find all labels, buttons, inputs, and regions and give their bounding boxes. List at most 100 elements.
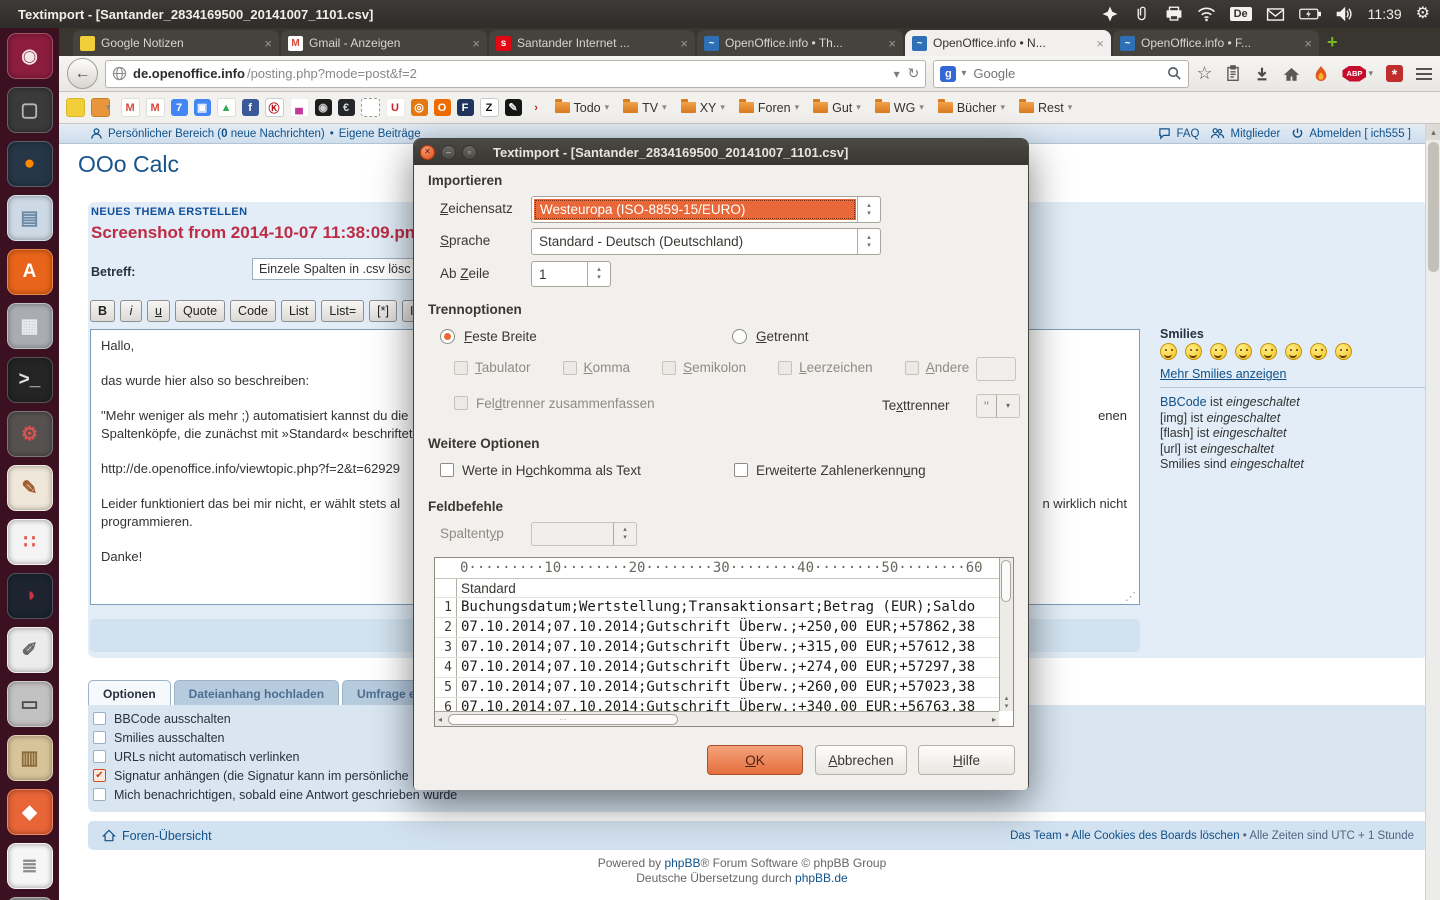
separated-radio[interactable] (732, 329, 747, 344)
dialog-minimize-icon[interactable]: – (441, 145, 456, 160)
delete-cookies-link[interactable]: Alle Cookies des Boards löschen (1071, 830, 1239, 842)
bookmark-folder[interactable]: Foren ▾ (739, 101, 799, 115)
preview-row[interactable]: 5 07.10.2014;07.10.2014;Gutschrift Überw… (435, 677, 999, 697)
own-posts-link[interactable]: Eigene Beiträge (339, 128, 421, 140)
launcher-app-icon[interactable]: ◑ (7, 573, 53, 619)
adblock-plus-icon[interactable]: ABP (1342, 66, 1366, 82)
from-row-spinner-icon[interactable]: ▴▾ (587, 262, 610, 286)
format-button[interactable]: List (281, 300, 316, 322)
other-separator-input[interactable] (976, 357, 1016, 381)
bookmark-icon[interactable]: ▣ (194, 99, 211, 116)
dialog-close-icon[interactable]: ✕ (420, 145, 435, 160)
launcher-app-icon[interactable]: ▤ (7, 195, 53, 241)
tab-close-icon[interactable]: × (680, 36, 688, 51)
scroll-left-icon[interactable]: ◂ (438, 715, 442, 724)
option-checkbox[interactable] (93, 731, 106, 744)
textarea-resize-handle[interactable]: ⋰ (1125, 590, 1136, 603)
charset-spinner-icon[interactable]: ▴▾ (857, 197, 880, 222)
options-tab[interactable]: Dateianhang hochladen (174, 680, 339, 706)
dialog-titlebar[interactable]: ✕ – ▫ Textimport - [Santander_2834169500… (414, 139, 1028, 165)
format-button[interactable]: [*] (369, 300, 397, 322)
language-spinner-icon[interactable]: ▴▾ (857, 229, 880, 254)
mail-icon[interactable] (1266, 7, 1285, 22)
downloads-icon[interactable] (1254, 66, 1270, 82)
scroll-up-icon[interactable]: ▴ (1005, 695, 1009, 702)
bookmark-icon[interactable]: M (146, 98, 165, 117)
home-icon[interactable] (1283, 66, 1300, 82)
text-delimiter-caret-icon[interactable]: ▾ (996, 395, 1019, 417)
bookmark-icon[interactable]: ▄ (290, 98, 309, 117)
logout-link[interactable]: Abmelden [ ich555 ] (1309, 128, 1411, 140)
launcher-app-icon[interactable]: ⚙ (7, 411, 53, 457)
bookmark-icon[interactable]: € (338, 99, 355, 116)
launcher-app-icon[interactable]: ◉ (7, 33, 53, 79)
smiley-icon[interactable] (1235, 343, 1252, 360)
option-checkbox[interactable] (93, 788, 106, 801)
smiley-icon[interactable] (1185, 343, 1202, 360)
paperclip-icon[interactable] (1133, 5, 1151, 23)
search-magnifier-icon[interactable] (1167, 66, 1182, 81)
bookmark-folder[interactable]: WG ▾ (875, 101, 924, 115)
browser-tab[interactable]: ~ OpenOffice.info • N... × (905, 30, 1111, 56)
bookmark-icon[interactable]: ✎ (505, 99, 522, 116)
breadcrumb-link[interactable]: Foren-Übersicht (122, 829, 212, 843)
url-bar[interactable]: de.openoffice.info/posting.php?mode=post… (105, 60, 926, 88)
bookmark-icon[interactable]: O (434, 99, 451, 116)
bookmark-icon[interactable]: Z (480, 98, 499, 117)
format-button[interactable]: i (120, 300, 142, 322)
bookmark-icon[interactable]: U (386, 98, 405, 117)
more-smilies-link[interactable]: Mehr Smilies anzeigen (1160, 367, 1286, 381)
bookmark-icon[interactable]: ◎ (411, 99, 428, 116)
text-delimiter-combobox[interactable]: " ▾ (976, 394, 1020, 418)
browser-tab[interactable]: ~ OpenOffice.info • F... × (1113, 30, 1319, 56)
bookmark-icon[interactable]: ◉ (315, 99, 332, 116)
language-combobox[interactable]: Standard - Deutsch (Deutschland) ▴▾ (531, 228, 881, 255)
preview-vertical-scrollbar[interactable]: ▴▾ (999, 558, 1013, 711)
launcher-app-icon[interactable]: ▦ (7, 303, 53, 349)
faq-link[interactable]: FAQ (1176, 128, 1199, 140)
format-button[interactable]: Code (230, 300, 276, 322)
launcher-app-icon[interactable]: ▭ (7, 681, 53, 727)
preview-horizontal-scrollbar[interactable]: ◂ ··· ▸ (435, 711, 999, 726)
bookmark-folder[interactable]: Bücher ▾ (938, 101, 1005, 115)
tab-close-icon[interactable]: × (472, 36, 480, 51)
column-type-header[interactable]: Standard (457, 579, 516, 598)
scroll-right-icon[interactable]: ▸ (992, 715, 996, 724)
printer-icon[interactable] (1165, 5, 1183, 23)
bookmark-folder[interactable]: Todo ▾ (555, 101, 610, 115)
bookmark-icon[interactable]: › (528, 99, 545, 116)
back-button[interactable]: ← (67, 58, 98, 89)
browser-tab[interactable]: Google Notizen × (73, 30, 279, 56)
bookmark-icon[interactable]: F (457, 99, 474, 116)
site-identity-globe-icon[interactable] (112, 66, 127, 81)
launcher-app-icon[interactable]: ▢ (7, 87, 53, 133)
launcher-app-icon[interactable]: ◆ (7, 789, 53, 835)
search-input[interactable] (971, 65, 1162, 82)
bookmark-icon[interactable]: 7 (171, 99, 188, 116)
preview-row[interactable]: 3 07.10.2014;07.10.2014;Gutschrift Überw… (435, 637, 999, 657)
launcher-app-icon[interactable]: ≣ (7, 843, 53, 889)
from-row-input[interactable]: 1 ▴▾ (531, 261, 611, 287)
separator-checkbox[interactable] (905, 361, 919, 375)
dialog-maximize-icon[interactable]: ▫ (462, 145, 477, 160)
bookmark-star-icon[interactable]: ☆ (1196, 63, 1212, 84)
format-button[interactable]: Quote (175, 300, 225, 322)
bookmark-icon[interactable]: M (121, 98, 140, 117)
ok-button[interactable]: OK (707, 745, 803, 775)
detect-numbers-checkbox[interactable] (734, 463, 748, 477)
preview-row[interactable]: 4 07.10.2014;07.10.2014;Gutschrift Überw… (435, 657, 999, 677)
preview-row[interactable]: 6 07.10.2014;07.10.2014;Gutschrift Überw… (435, 697, 999, 711)
bookmark-icon[interactable]: ▲ (217, 98, 236, 117)
wifi-icon[interactable] (1197, 6, 1216, 22)
phpbb-link[interactable]: phpBB (664, 856, 700, 870)
smiley-icon[interactable] (1260, 343, 1277, 360)
cancel-button[interactable]: Abbrechen (815, 745, 907, 775)
smiley-icon[interactable] (1160, 343, 1177, 360)
launcher-app-icon[interactable]: ● (7, 141, 53, 187)
search-bar[interactable]: g ▾ (933, 60, 1189, 88)
volume-icon[interactable] (1335, 6, 1354, 22)
smiley-icon[interactable] (1335, 343, 1352, 360)
pin-icon[interactable] (1101, 5, 1119, 23)
format-button[interactable]: u (147, 300, 170, 322)
column-type-spinner-icon[interactable]: ▴▾ (613, 523, 636, 545)
